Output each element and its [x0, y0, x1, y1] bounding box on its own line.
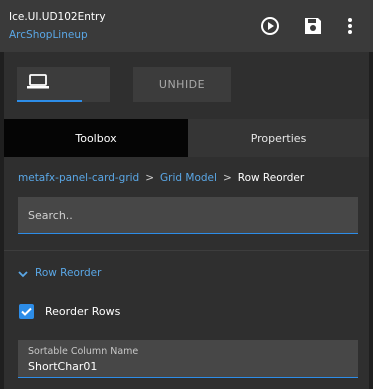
reorder-rows-label: Reorder Rows: [45, 305, 121, 318]
breadcrumb-item-current: Row Reorder: [237, 172, 305, 184]
chevron-down-icon: [18, 263, 28, 282]
breadcrumb: metafx-panel-card-grid > Grid Model > Row Re…: [18, 172, 304, 184]
breadcrumb-item-panel[interactable]: metafx-panel-card-grid: [18, 172, 139, 184]
toggle-underline-gap: [82, 100, 110, 102]
search-box: [18, 197, 358, 234]
header-bar: Ice.UI.UD102Entry ArcShopLineup: [0, 0, 373, 52]
search-input[interactable]: [18, 197, 358, 233]
sortable-column-field[interactable]: Sortable Column Name ShortChar01: [18, 340, 358, 378]
breadcrumb-separator: >: [222, 172, 232, 184]
section-divider: [4, 250, 369, 251]
tab-bar: Toolbox Properties: [4, 119, 369, 157]
tab-properties[interactable]: Properties: [188, 119, 369, 157]
reorder-rows-option[interactable]: Reorder Rows: [19, 304, 120, 319]
more-vertical-icon[interactable]: [338, 14, 362, 38]
app-subtitle-link[interactable]: ArcShopLineup: [9, 29, 88, 41]
play-circle-icon[interactable]: [258, 14, 282, 38]
left-rail: [0, 52, 4, 389]
sortable-column-label: Sortable Column Name: [28, 346, 139, 357]
right-scrollbar[interactable]: [369, 52, 373, 389]
section-label: Row Reorder: [35, 266, 102, 279]
unhide-button[interactable]: UNHIDE: [133, 67, 231, 102]
sortable-column-value[interactable]: ShortChar01: [28, 360, 97, 373]
breadcrumb-item-grid-model[interactable]: Grid Model: [160, 172, 217, 184]
section-header-row-reorder[interactable]: Row Reorder: [18, 263, 101, 282]
save-icon[interactable]: [301, 14, 325, 38]
view-toggle-button[interactable]: [17, 67, 110, 102]
page-title: Ice.UI.UD102Entry: [9, 11, 106, 23]
laptop-icon: [27, 73, 49, 94]
tab-toolbox[interactable]: Toolbox: [4, 119, 188, 157]
app-window: Ice.UI.UD102Entry ArcShopLineup UNHIDE T…: [0, 0, 373, 389]
reorder-rows-checkbox[interactable]: [19, 304, 34, 319]
breadcrumb-separator: >: [145, 172, 155, 184]
checkmark-icon: [21, 307, 32, 316]
